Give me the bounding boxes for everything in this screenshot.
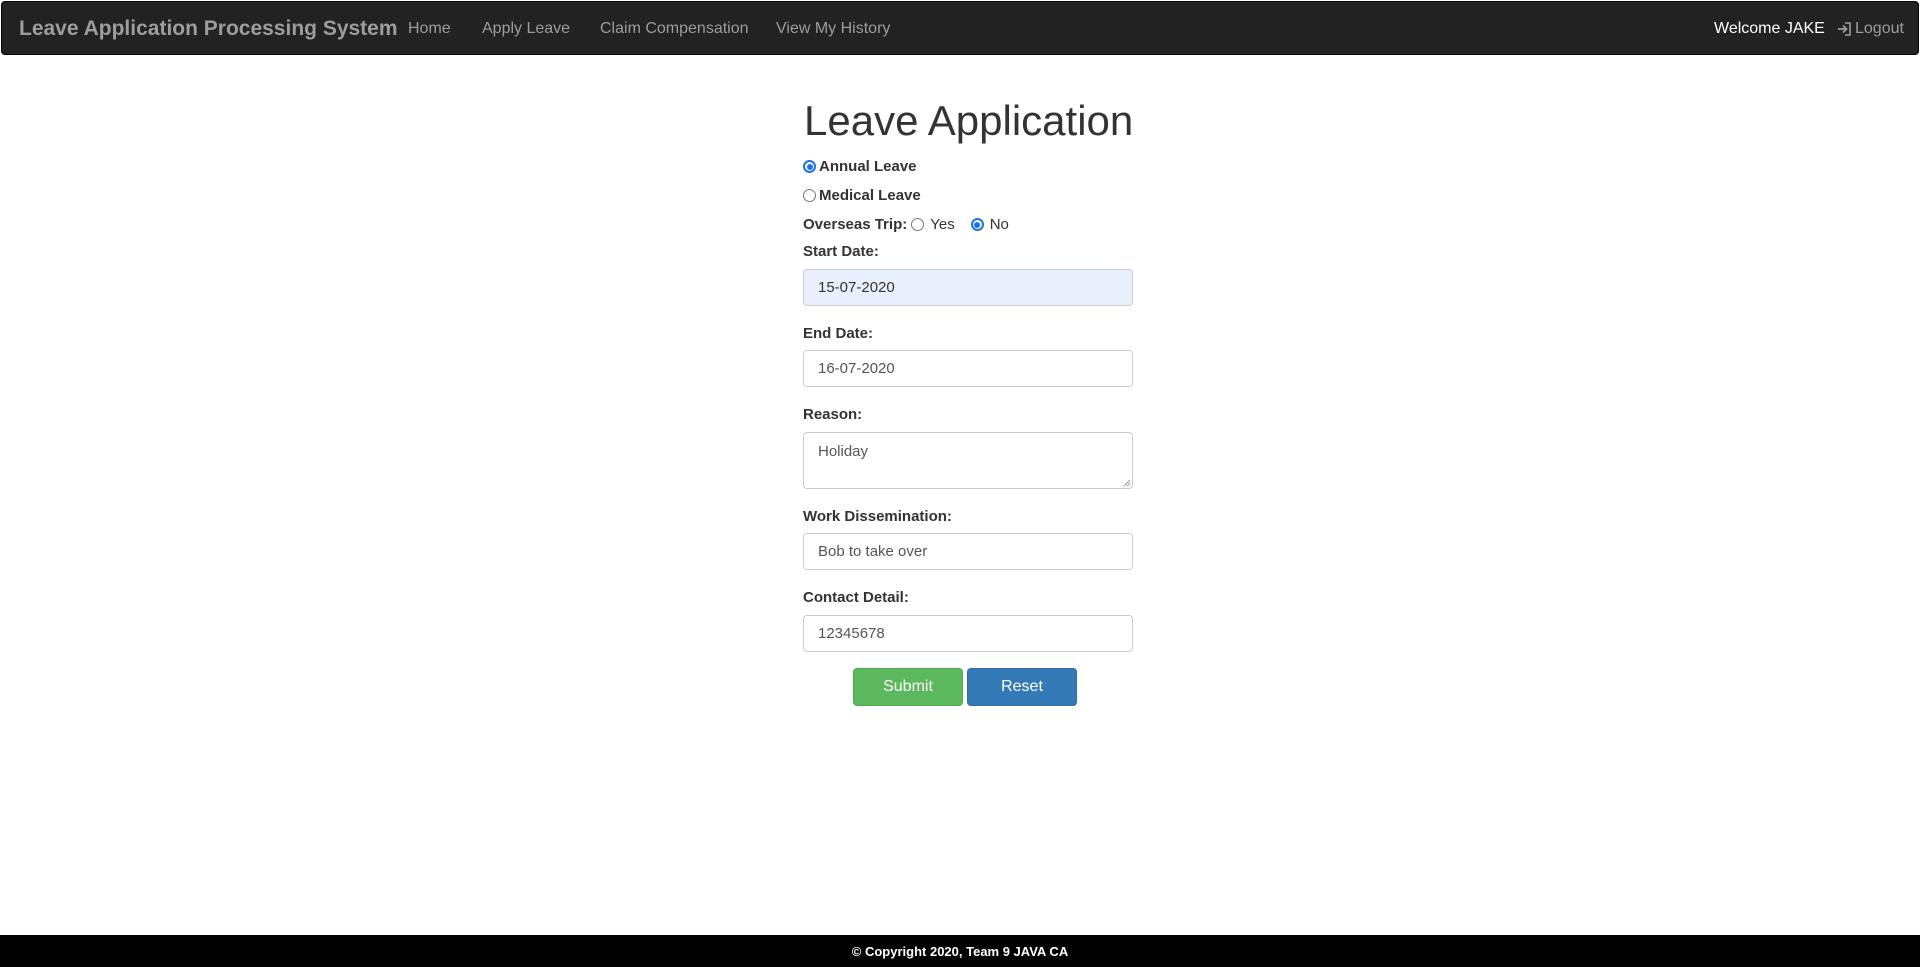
overseas-yes-option[interactable]: Yes <box>911 216 955 233</box>
start-date-label: Start Date: <box>803 243 879 260</box>
copyright-text: © Copyright 2020, Team 9 JAVA CA <box>851 943 1069 959</box>
start-date-input[interactable]: 15-07-2020 <box>803 269 1133 306</box>
contact-detail-label: Contact Detail: <box>803 589 909 606</box>
overseas-yes-radio[interactable] <box>911 218 925 231</box>
nav-item-view-my-history[interactable]: View My History <box>776 20 890 38</box>
work-dissemination-input[interactable]: Bob to take over <box>803 533 1133 570</box>
nav-item-apply-leave[interactable]: Apply Leave <box>482 20 570 38</box>
welcome-text: Welcome JAKE <box>1714 20 1825 37</box>
medical-leave-radio[interactable] <box>803 189 816 202</box>
overseas-no-radio[interactable] <box>970 218 984 231</box>
reset-button[interactable]: Reset <box>967 668 1077 706</box>
end-date-label: End Date: <box>803 325 874 342</box>
annual-leave-label: Annual Leave <box>819 158 917 175</box>
log-in-icon <box>1838 22 1851 36</box>
reason-value: Holiday <box>818 443 869 460</box>
work-dissemination-value: Bob to take over <box>818 543 928 560</box>
medical-leave-option[interactable]: Medical Leave <box>803 187 921 204</box>
overseas-trip-group: Overseas Trip: Yes No <box>803 216 1009 233</box>
contact-detail-value: 12345678 <box>818 625 885 642</box>
annual-leave-radio[interactable] <box>803 160 816 173</box>
medical-leave-label: Medical Leave <box>819 187 921 204</box>
overseas-no-label: No <box>989 216 1009 233</box>
reason-textarea[interactable]: Holiday <box>803 432 1133 489</box>
resize-grip-icon[interactable] <box>1121 477 1131 487</box>
end-date-input[interactable]: 16-07-2020 <box>803 350 1133 387</box>
navbar-brand[interactable]: Leave Application Processing System <box>19 17 398 41</box>
submit-button[interactable]: Submit <box>853 668 963 706</box>
page-title: Leave Application <box>804 97 1134 144</box>
nav-item-claim-compensation[interactable]: Claim Compensation <box>600 20 749 38</box>
contact-detail-input[interactable]: 12345678 <box>803 615 1133 652</box>
end-date-value: 16-07-2020 <box>818 360 895 377</box>
overseas-no-option[interactable]: No <box>970 216 1009 233</box>
nav-item-home[interactable]: Home <box>408 20 451 38</box>
logout-link[interactable]: Logout <box>1837 20 1904 38</box>
start-date-value: 15-07-2020 <box>818 279 895 296</box>
overseas-trip-label: Overseas Trip: <box>803 216 908 233</box>
work-dissemination-label: Work Dissemination: <box>803 508 952 525</box>
overseas-yes-label: Yes <box>930 216 955 233</box>
annual-leave-option[interactable]: Annual Leave <box>803 158 917 175</box>
logout-label: Logout <box>1855 20 1904 37</box>
reason-label: Reason: <box>803 406 863 423</box>
footer: © Copyright 2020, Team 9 JAVA CA <box>0 935 1920 967</box>
top-navbar: Leave Application Processing System Home… <box>1 1 1919 55</box>
